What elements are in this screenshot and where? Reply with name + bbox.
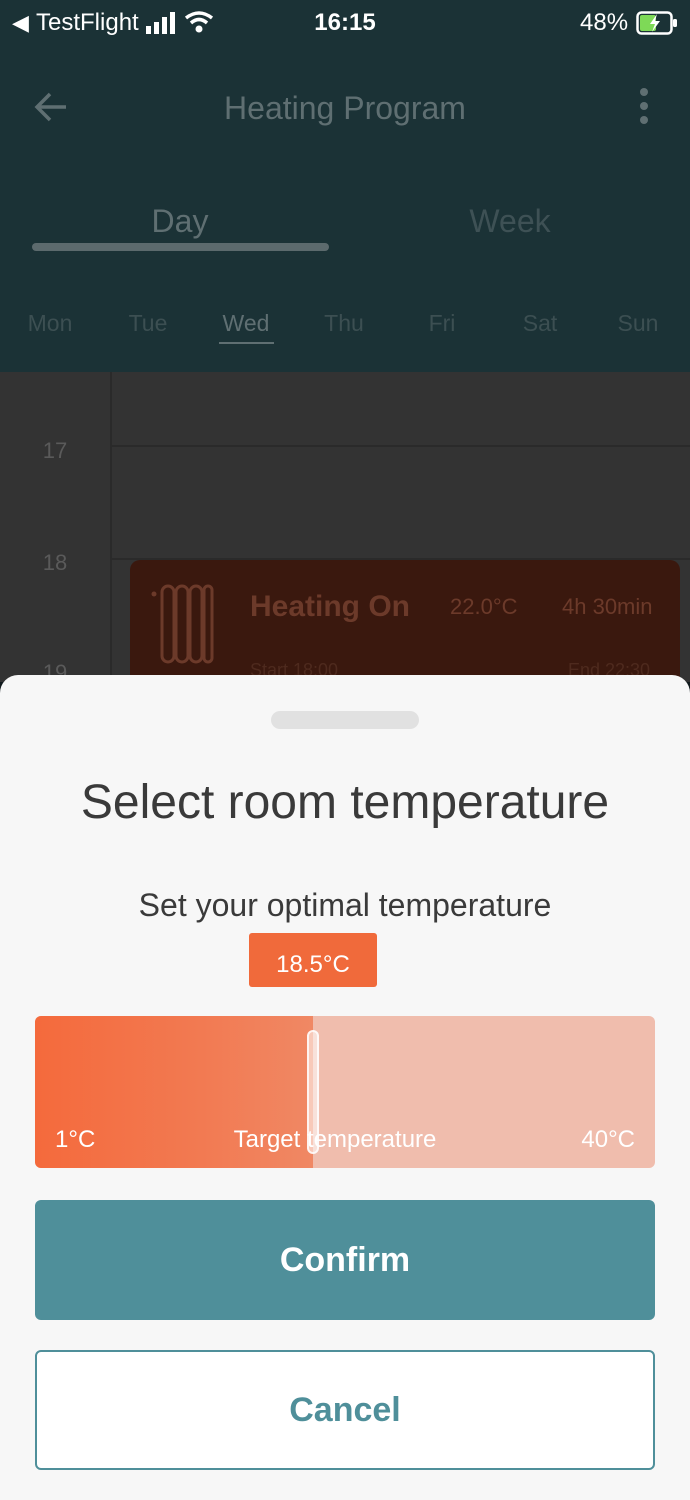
hour-line bbox=[112, 445, 690, 447]
selected-temperature-badge: 18.5°C bbox=[249, 933, 377, 987]
day-thu[interactable]: Thu bbox=[295, 310, 393, 337]
slider-label: Target temperature bbox=[233, 1126, 437, 1153]
cancel-button[interactable]: Cancel bbox=[35, 1350, 655, 1470]
day-tue[interactable]: Tue bbox=[99, 310, 197, 337]
tab-day[interactable]: Day bbox=[30, 203, 330, 240]
status-bar: ◀ TestFlight 16:15 48% bbox=[0, 0, 690, 48]
time-column-divider bbox=[110, 372, 112, 682]
sheet-subtitle: Set your optimal temperature bbox=[138, 887, 552, 923]
schedule-grid: 17 18 19 Heating On 22.0°C 4h 30min Star… bbox=[0, 372, 690, 700]
hour-label: 18 bbox=[42, 550, 68, 575]
tab-week[interactable]: Week bbox=[360, 203, 660, 240]
day-mon[interactable]: Mon bbox=[1, 310, 99, 337]
battery-charging-icon bbox=[636, 11, 677, 35]
more-options-icon[interactable] bbox=[640, 88, 648, 130]
app-header: ◀ TestFlight 16:15 48% Heating Program D… bbox=[0, 0, 690, 372]
temperature-slider[interactable]: Target temperature 1°C 40°C bbox=[35, 1016, 655, 1168]
day-sun[interactable]: Sun bbox=[589, 310, 687, 337]
active-day-underline bbox=[219, 342, 274, 344]
page-title: Heating Program bbox=[224, 90, 466, 126]
day-selector: Mon Tue Wed Thu Fri Sat Sun bbox=[0, 310, 690, 340]
event-temperature: 22.0°C bbox=[450, 594, 518, 619]
tab-indicator bbox=[32, 243, 329, 251]
radiator-icon bbox=[151, 584, 214, 664]
day-sat[interactable]: Sat bbox=[491, 310, 589, 337]
event-duration: 4h 30min bbox=[562, 594, 653, 619]
battery-percentage: 48% bbox=[580, 9, 629, 36]
day-fri[interactable]: Fri bbox=[393, 310, 491, 337]
slider-max-label: 40°C bbox=[581, 1126, 635, 1153]
temperature-bottom-sheet: Select room temperature Set your optimal… bbox=[0, 675, 690, 1500]
confirm-button[interactable]: Confirm bbox=[35, 1200, 655, 1320]
event-title: Heating On bbox=[250, 590, 411, 623]
hour-label: 17 bbox=[42, 438, 68, 463]
sheet-title: Select room temperature bbox=[80, 776, 610, 829]
slider-min-label: 1°C bbox=[55, 1126, 96, 1153]
sheet-grabber[interactable] bbox=[271, 711, 419, 729]
day-wed[interactable]: Wed bbox=[197, 310, 295, 337]
slider-handle[interactable] bbox=[307, 1030, 319, 1154]
